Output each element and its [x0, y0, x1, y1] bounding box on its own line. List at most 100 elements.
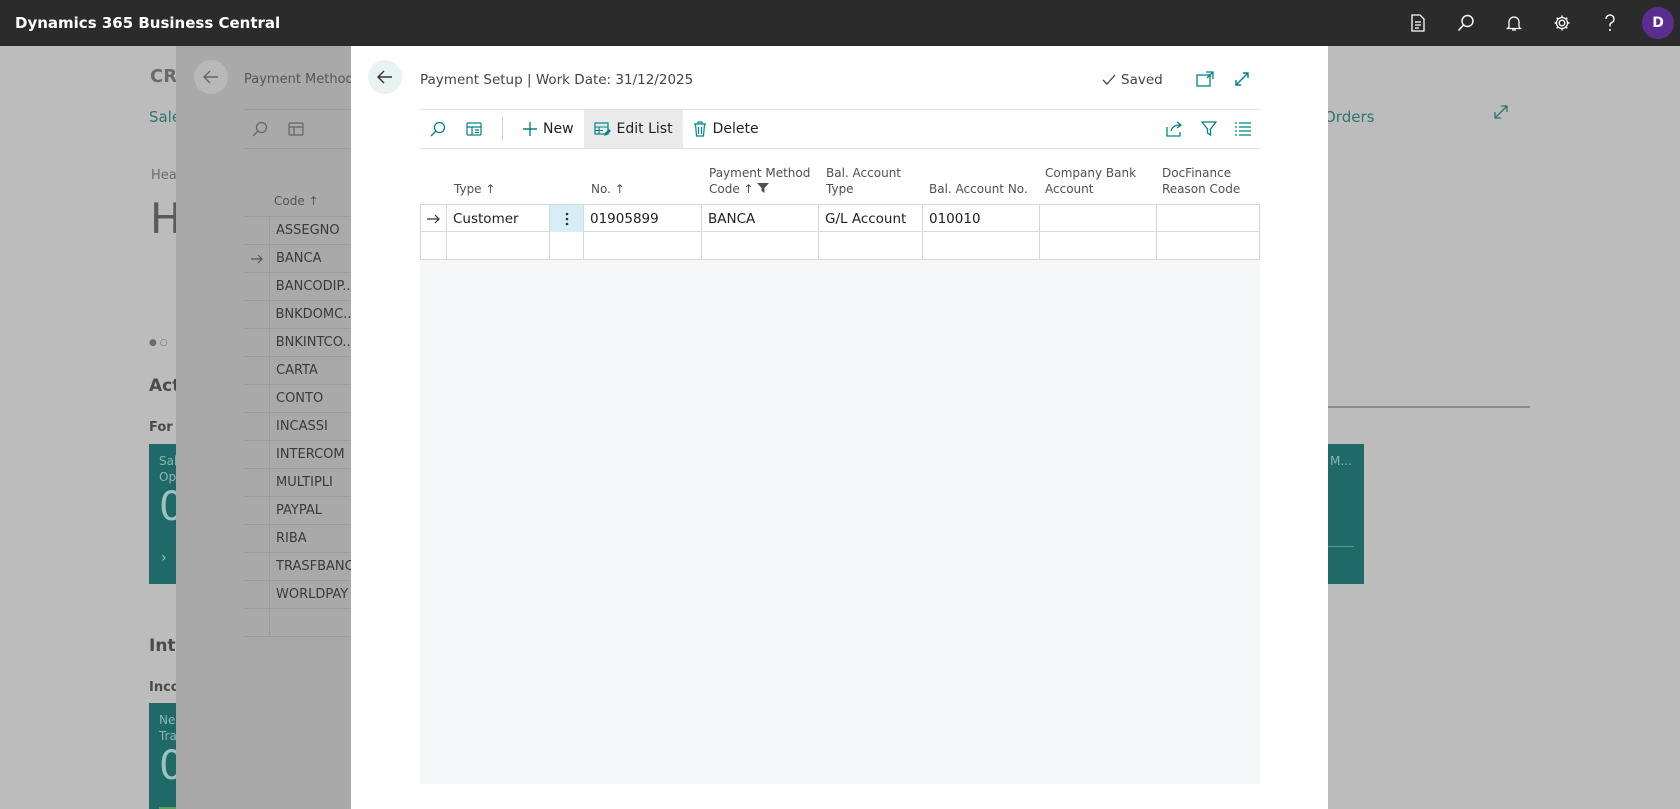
- app-title[interactable]: Dynamics 365 Business Central: [15, 14, 280, 32]
- cell-company-bank-account[interactable]: [1040, 232, 1157, 259]
- list-item: INCASSI: [244, 412, 354, 441]
- new-button[interactable]: New: [513, 110, 584, 148]
- list-item: WORLDPAY: [244, 580, 354, 609]
- list-item: CARTA: [244, 356, 354, 385]
- search-icon[interactable]: [1442, 0, 1490, 46]
- activity-tile-right: M...: [1328, 444, 1364, 584]
- cell-no[interactable]: [584, 232, 702, 259]
- cell-docfinance-reason-code[interactable]: [1157, 232, 1260, 259]
- code-column-header: Code ↑: [274, 194, 319, 208]
- column-header-docfinance-reason-code[interactable]: DocFinance Reason Code: [1162, 165, 1240, 197]
- back-arrow-icon[interactable]: [368, 60, 402, 94]
- column-header-payment-method-code[interactable]: Payment Method Code ↑: [709, 165, 810, 197]
- row-selector: [244, 468, 270, 497]
- list-item: ASSEGNO: [244, 216, 354, 245]
- tile-label: M...: [1330, 454, 1352, 468]
- bell-icon[interactable]: [1490, 0, 1538, 46]
- list-item: PAYPAL: [244, 496, 354, 525]
- cell-payment-method-code[interactable]: [702, 232, 819, 259]
- list-item: BNKDOMC...: [244, 300, 355, 329]
- edit-list-icon: [593, 121, 611, 136]
- tile-label: Sal: [159, 454, 178, 468]
- bat-header-line1: Bal. Account: [826, 166, 901, 180]
- column-header-no[interactable]: No. ↑: [591, 181, 625, 197]
- payment-setup-grid: Type ↑ No. ↑ Payment Method Code ↑ Bal. …: [420, 149, 1260, 784]
- list-icon: [1235, 122, 1251, 136]
- filter-icon: [1201, 121, 1217, 137]
- cell-type[interactable]: Customer: [447, 205, 550, 232]
- payment-method-code: BNKDOMC...: [275, 307, 355, 322]
- list-item: MULTIPLI: [244, 468, 354, 497]
- payment-method-code: INCASSI: [276, 419, 328, 434]
- trash-icon: [693, 121, 706, 137]
- layout-icon: [288, 121, 304, 141]
- cell-bal-account-type[interactable]: G/L Account: [819, 205, 923, 232]
- personalize-layout-button[interactable]: [456, 110, 492, 148]
- column-header-company-bank-account[interactable]: Company Bank Account: [1045, 165, 1136, 197]
- cell-bal-account-no[interactable]: 010010: [923, 205, 1040, 232]
- user-avatar[interactable]: D: [1642, 7, 1674, 39]
- payment-method-code: CARTA: [276, 363, 318, 378]
- row-selector[interactable]: [420, 232, 447, 259]
- action-bar-right: [1157, 110, 1260, 148]
- list-item: BANCODIP...: [244, 272, 354, 301]
- checkmark-icon: [1102, 74, 1116, 85]
- payment-method-code: BANCODIP...: [275, 279, 354, 294]
- new-label: New: [543, 121, 574, 137]
- share-button[interactable]: [1157, 110, 1192, 148]
- payment-method-code: BANCA: [276, 251, 322, 266]
- payment-method-code: BNKINTCO...: [275, 335, 354, 350]
- payment-method-code: RIBA: [276, 531, 307, 546]
- page-title: Payment Setup | Work Date: 31/12/2025: [420, 72, 694, 88]
- payment-methods-page: Payment Method Code ↑ ASSEGNO BANCA BANCOD…: [176, 46, 355, 809]
- tile-sublabel: Op: [159, 470, 177, 484]
- grid-rows: Customer 01905899 BANCA G/L Account 010010: [420, 204, 1260, 260]
- list-item: CONTO: [244, 384, 354, 413]
- cell-docfinance-reason-code[interactable]: [1157, 205, 1260, 232]
- edit-list-button[interactable]: Edit List: [583, 110, 683, 148]
- cell-bal-account-no[interactable]: [923, 232, 1040, 259]
- back-arrow-icon[interactable]: [194, 60, 228, 94]
- column-header-bal-account-type[interactable]: Bal. Account Type: [826, 165, 901, 197]
- filter-button[interactable]: [1192, 110, 1226, 148]
- column-header-type[interactable]: Type ↑: [454, 181, 495, 197]
- tile-label: Ne: [159, 713, 176, 727]
- row-selector: [244, 328, 270, 357]
- cell-no[interactable]: 01905899: [584, 205, 702, 232]
- row-selector: [244, 272, 270, 301]
- row-selector: [244, 412, 270, 441]
- pm-header-line2: Code ↑: [709, 182, 754, 196]
- tile-sublabel: Tra: [159, 729, 177, 743]
- list-view-button[interactable]: [1226, 110, 1260, 148]
- layout-icon: [466, 122, 482, 136]
- row-selector: [244, 496, 270, 525]
- help-icon[interactable]: [1586, 0, 1634, 46]
- cell-bal-account-type[interactable]: [819, 232, 923, 259]
- dfr-header-line2: Reason Code: [1162, 182, 1241, 196]
- list-item: RIBA: [244, 524, 354, 553]
- row-selector: [244, 608, 270, 637]
- delete-button[interactable]: Delete: [683, 110, 769, 148]
- filter-icon: [757, 183, 770, 193]
- row-actions[interactable]: [550, 232, 584, 259]
- list-item: BANCA: [244, 244, 354, 273]
- company-name: CR: [150, 66, 178, 87]
- list-item: BNKINTCO...: [244, 328, 354, 357]
- list-item: TRASFBANC: [244, 552, 354, 581]
- open-new-window-icon[interactable]: [1194, 68, 1216, 90]
- search-button[interactable]: [420, 110, 456, 148]
- gear-icon[interactable]: [1538, 0, 1586, 46]
- cell-company-bank-account[interactable]: [1040, 205, 1157, 232]
- cell-payment-method-code[interactable]: BANCA: [702, 205, 819, 232]
- row-selector: [244, 300, 270, 329]
- table-row[interactable]: Customer 01905899 BANCA G/L Account 010010: [420, 204, 1260, 232]
- column-header-bal-account-no[interactable]: Bal. Account No.: [929, 181, 1028, 197]
- table-row[interactable]: [420, 232, 1260, 260]
- row-selector: [244, 580, 270, 609]
- document-icon[interactable]: [1394, 0, 1442, 46]
- row-selector-arrow-icon[interactable]: [420, 205, 447, 232]
- search-icon: [430, 121, 446, 137]
- more-options-icon[interactable]: [550, 205, 584, 232]
- cell-type[interactable]: [447, 232, 550, 259]
- expand-icon[interactable]: [1231, 68, 1253, 90]
